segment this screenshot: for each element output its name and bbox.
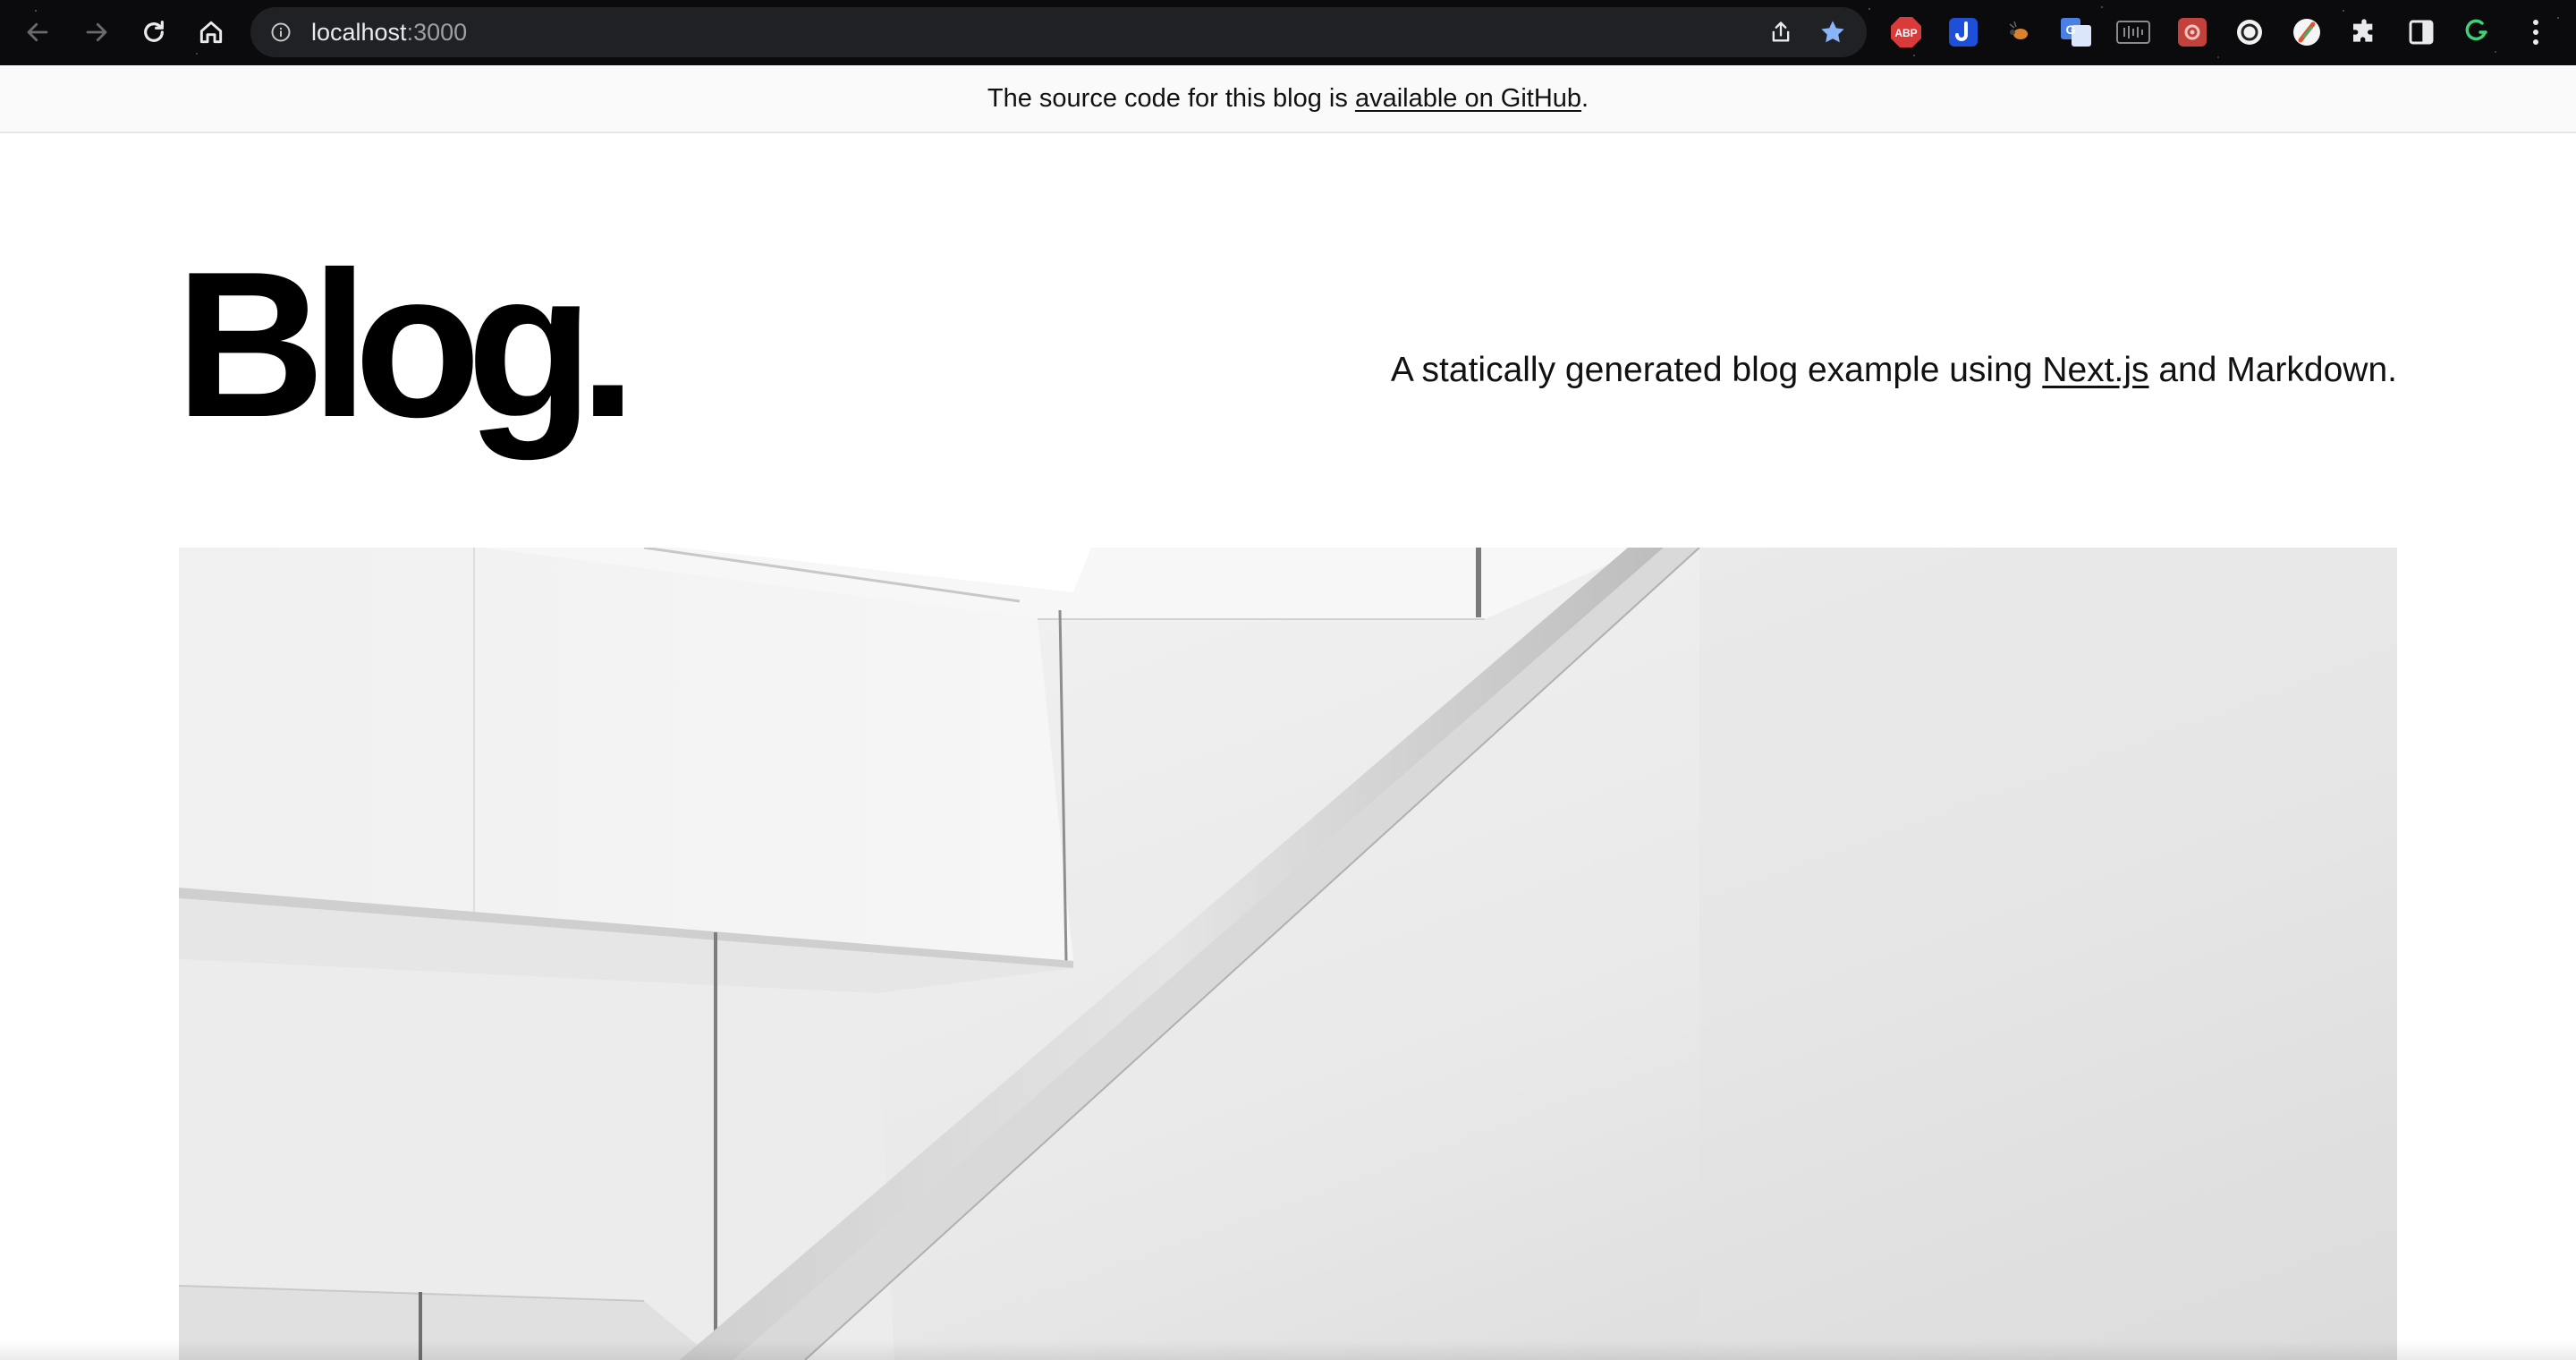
notice-prefix: The source code for this blog is bbox=[987, 83, 1355, 113]
back-button[interactable] bbox=[18, 13, 57, 52]
blog-title: Blog. bbox=[175, 229, 637, 461]
browser-toolbar: localhost:3000 ABP G bbox=[0, 0, 2576, 65]
circle-icon bbox=[2237, 20, 2262, 45]
kebab-menu-icon bbox=[2533, 20, 2538, 45]
adblock-plus-extension[interactable]: ABP bbox=[1889, 15, 1923, 49]
grammar-icon bbox=[2465, 19, 2487, 41]
address-bar[interactable]: localhost:3000 bbox=[250, 7, 1867, 57]
arrow-right-icon bbox=[86, 22, 107, 42]
site-info-icon[interactable] bbox=[270, 21, 292, 43]
source-code-notice: The source code for this blog is availab… bbox=[0, 65, 2576, 133]
url-text: localhost:3000 bbox=[311, 19, 467, 47]
translate-icon: G bbox=[2061, 18, 2091, 47]
color-picker-icon bbox=[2293, 19, 2320, 46]
extensions-button[interactable] bbox=[2347, 15, 2381, 49]
translate-extension[interactable]: G bbox=[2059, 15, 2093, 49]
reload-button[interactable] bbox=[134, 13, 174, 52]
side-panel-icon bbox=[2409, 20, 2434, 45]
screen-reader-icon bbox=[2116, 21, 2150, 44]
side-panel-button[interactable] bbox=[2404, 15, 2438, 49]
puzzle-extensions-icon bbox=[2353, 19, 2373, 42]
hero-cover-image[interactable] bbox=[179, 548, 2397, 1360]
screencast-icon bbox=[2178, 18, 2207, 47]
color-picker-extension[interactable] bbox=[2290, 15, 2324, 49]
tagline-prefix: A statically generated blog example usin… bbox=[1390, 351, 2043, 389]
blog-tagline: A statically generated blog example usin… bbox=[1391, 351, 2397, 390]
arrow-left-icon bbox=[27, 22, 48, 42]
bottom-shadow bbox=[0, 1340, 2576, 1360]
svg-text:G: G bbox=[2066, 22, 2076, 37]
share-icon[interactable] bbox=[1768, 20, 1793, 45]
reload-icon bbox=[144, 21, 164, 42]
jira-icon bbox=[1949, 18, 1978, 47]
screen-reader-extension[interactable] bbox=[2116, 15, 2150, 49]
home-button[interactable] bbox=[191, 13, 231, 52]
notice-suffix: . bbox=[1581, 83, 1589, 113]
bookmark-star-icon[interactable] bbox=[1818, 18, 1847, 47]
url-host: localhost bbox=[311, 19, 407, 46]
nextjs-link[interactable]: Next.js bbox=[2042, 351, 2148, 389]
adblock-plus-icon: ABP bbox=[1891, 17, 1921, 47]
grammar-extension[interactable] bbox=[2462, 15, 2496, 49]
bug-extension[interactable] bbox=[2002, 15, 2036, 49]
github-link[interactable]: available on GitHub bbox=[1355, 84, 1581, 114]
adblock-label: ABP bbox=[1894, 27, 1917, 39]
circle-extension[interactable] bbox=[2233, 15, 2267, 49]
url-port: :3000 bbox=[406, 19, 468, 46]
tagline-suffix: and Markdown. bbox=[2148, 351, 2397, 389]
browser-menu-button[interactable] bbox=[2519, 15, 2553, 49]
forward-button[interactable] bbox=[77, 13, 116, 52]
bug-icon bbox=[2009, 21, 2028, 39]
screencast-extension[interactable] bbox=[2175, 15, 2209, 49]
jira-extension[interactable] bbox=[1946, 15, 1980, 49]
staircase-photo bbox=[179, 548, 2397, 1360]
home-icon bbox=[199, 21, 223, 44]
